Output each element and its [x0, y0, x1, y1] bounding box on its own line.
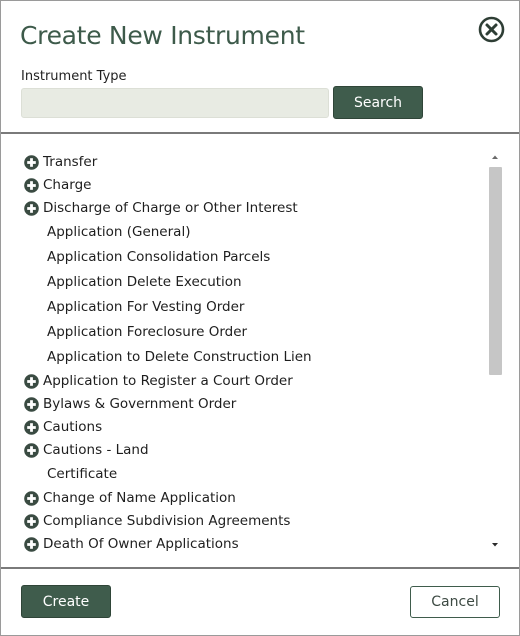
list-item-label: Application (General) [47, 224, 191, 240]
list-item[interactable]: Application Consolidation Parcels [47, 246, 270, 268]
list-item[interactable]: Application to Register a Court Order [24, 370, 293, 392]
list-item-label: Cautions [43, 419, 103, 435]
plus-circle-icon[interactable] [24, 373, 39, 389]
list-item-label: Application For Vesting Order [47, 299, 245, 315]
header-divider [1, 132, 519, 134]
plus-circle-icon[interactable] [24, 200, 39, 216]
footer-divider [1, 567, 519, 569]
list-item[interactable]: Bylaws & Government Order [24, 393, 236, 415]
list-item-label: Change of Name Application [43, 490, 236, 506]
plus-circle-icon[interactable] [24, 154, 39, 170]
plus-circle-icon[interactable] [24, 177, 39, 193]
list-item[interactable]: Charge [24, 174, 91, 196]
plus-circle-icon[interactable] [24, 442, 39, 458]
list-item[interactable]: Cautions [24, 416, 102, 438]
close-circle-icon [478, 16, 505, 43]
list-item[interactable]: Application to Delete Construction Lien [47, 346, 312, 368]
list-item-label: Application Delete Execution [47, 274, 242, 290]
plus-circle-icon[interactable] [24, 396, 39, 412]
plus-circle-icon[interactable] [24, 536, 39, 552]
list-item[interactable]: Application For Vesting Order [47, 296, 244, 318]
list-item[interactable]: Transfer [24, 151, 97, 173]
list-item-label: Application to Register a Court Order [43, 373, 293, 389]
list-item-label: Bylaws & Government Order [43, 396, 237, 412]
create-button[interactable]: Create [21, 585, 111, 618]
list-item-label: Certificate [47, 466, 118, 482]
scrollbar-thumb[interactable] [489, 167, 502, 375]
instrument-type-input[interactable] [21, 88, 329, 118]
list-item-label: Application Foreclosure Order [47, 324, 248, 340]
plus-circle-icon[interactable] [24, 419, 39, 435]
list-item-label: Application Consolidation Parcels [47, 249, 271, 265]
dialog-title: Create New Instrument [20, 21, 305, 50]
list-item[interactable]: Death Of Owner Applications [24, 533, 239, 555]
list-item[interactable]: Application (General) [47, 221, 190, 243]
list-item[interactable]: Application Foreclosure Order [47, 321, 247, 343]
list-item-label: Charge [43, 177, 92, 193]
scroll-down-arrow-icon[interactable] [489, 539, 501, 551]
list-item[interactable]: Change of Name Application [24, 487, 236, 509]
list-item[interactable]: Discharge of Charge or Other Interest [24, 197, 298, 219]
list-item[interactable]: Compliance Subdivision Agreements [24, 510, 290, 532]
list-item-label: Transfer [43, 154, 98, 170]
list-item-label: Cautions - Land [43, 442, 149, 458]
list-item-label: Discharge of Charge or Other Interest [43, 200, 298, 216]
cancel-button[interactable]: Cancel [410, 586, 500, 618]
instrument-type-list: Transfer Charge Discharge of Charge or Oth… [1, 149, 489, 559]
list-item[interactable]: Application Delete Execution [47, 271, 242, 293]
search-button[interactable]: Search [333, 86, 423, 119]
list-item-label: Death Of Owner Applications [43, 536, 239, 552]
list-item[interactable]: Certificate [47, 463, 117, 485]
list-item-label: Application to Delete Construction Lien [47, 349, 312, 365]
close-button[interactable] [478, 16, 505, 43]
list-item-label: Compliance Subdivision Agreements [43, 513, 291, 529]
plus-circle-icon[interactable] [24, 513, 39, 529]
scroll-up-arrow-icon[interactable] [489, 151, 501, 163]
instrument-type-label: Instrument Type [21, 69, 127, 84]
create-instrument-dialog: Create New Instrument Instrument Type Se… [0, 0, 520, 636]
plus-circle-icon[interactable] [24, 490, 39, 506]
list-item[interactable]: Cautions - Land [24, 439, 149, 461]
